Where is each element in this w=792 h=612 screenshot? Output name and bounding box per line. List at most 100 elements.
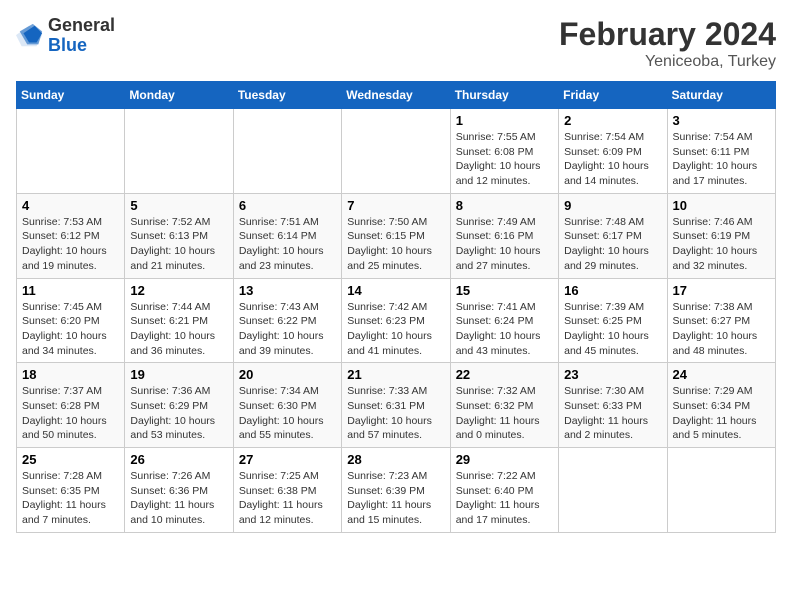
calendar-day-5: 5 Sunrise: 7:52 AM Sunset: 6:13 PM Daylig… [125,193,233,278]
calendar-day-11: 11 Sunrise: 7:45 AM Sunset: 6:20 PM Dayli… [17,278,125,363]
calendar-day-28: 28 Sunrise: 7:23 AM Sunset: 6:39 PM Dayli… [342,448,450,533]
calendar-day-18: 18Sunrise: 7:37 AM Sunset: 6:28 PM Dayli… [17,363,125,448]
day-info: Sunrise: 7:55 AM Sunset: 6:08 PM Dayligh… [456,130,553,189]
day-number: 6 [239,198,336,213]
day-info: Sunrise: 7:53 AM Sunset: 6:12 PM Dayligh… [22,215,119,274]
day-header-saturday: Saturday [667,82,775,109]
calendar-day-empty [667,448,775,533]
calendar-day-27: 27 Sunrise: 7:25 AM Sunset: 6:38 PM Dayli… [233,448,341,533]
day-info: Sunrise: 7:51 AM Sunset: 6:14 PM Dayligh… [239,215,336,274]
calendar-day-empty [233,109,341,194]
day-info: Sunrise: 7:48 AM Sunset: 6:17 PM Dayligh… [564,215,661,274]
calendar-day-19: 19Sunrise: 7:36 AM Sunset: 6:29 PM Dayli… [125,363,233,448]
day-number: 20 [239,367,336,382]
calendar-week-row: 4 Sunrise: 7:53 AM Sunset: 6:12 PM Daylig… [17,193,776,278]
calendar-body: 1 Sunrise: 7:55 AM Sunset: 6:08 PM Daylig… [17,109,776,533]
day-info: Sunrise: 7:28 AM Sunset: 6:35 PM Dayligh… [22,469,119,528]
header: General Blue February 2024 Yeniceoba, Tu… [16,16,776,71]
calendar-day-10: 10 Sunrise: 7:46 AM Sunset: 6:19 PM Dayli… [667,193,775,278]
day-number: 1 [456,113,553,128]
calendar-day-20: 20 Sunrise: 7:34 AM Sunset: 6:30 PM Dayli… [233,363,341,448]
calendar-day-1: 1 Sunrise: 7:55 AM Sunset: 6:08 PM Daylig… [450,109,558,194]
day-number: 7 [347,198,444,213]
day-info: Sunrise: 7:39 AM Sunset: 6:25 PM Dayligh… [564,300,661,359]
day-number: 9 [564,198,661,213]
day-header-monday: Monday [125,82,233,109]
day-number: 28 [347,452,444,467]
day-number: 18 [22,367,119,382]
day-info: Sunrise: 7:45 AM Sunset: 6:20 PM Dayligh… [22,300,119,359]
calendar-week-row: 1 Sunrise: 7:55 AM Sunset: 6:08 PM Daylig… [17,109,776,194]
logo-text: General Blue [48,16,115,56]
day-number: 5 [130,198,227,213]
calendar-day-26: 26 Sunrise: 7:26 AM Sunset: 6:36 PM Dayli… [125,448,233,533]
calendar-day-6: 6 Sunrise: 7:51 AM Sunset: 6:14 PM Daylig… [233,193,341,278]
calendar-day-14: 14 Sunrise: 7:42 AM Sunset: 6:23 PM Dayli… [342,278,450,363]
day-number: 21 [347,367,444,382]
calendar-day-12: 12Sunrise: 7:44 AM Sunset: 6:21 PM Dayli… [125,278,233,363]
calendar-table: SundayMondayTuesdayWednesdayThursdayFrid… [16,81,776,533]
calendar-day-8: 8Sunrise: 7:49 AM Sunset: 6:16 PM Daylig… [450,193,558,278]
calendar-day-empty [342,109,450,194]
calendar-day-23: 23 Sunrise: 7:30 AM Sunset: 6:33 PM Dayli… [559,363,667,448]
day-number: 14 [347,283,444,298]
day-number: 26 [130,452,227,467]
calendar-day-9: 9 Sunrise: 7:48 AM Sunset: 6:17 PM Daylig… [559,193,667,278]
day-number: 3 [673,113,770,128]
day-number: 22 [456,367,553,382]
calendar-week-row: 11 Sunrise: 7:45 AM Sunset: 6:20 PM Dayli… [17,278,776,363]
day-info: Sunrise: 7:26 AM Sunset: 6:36 PM Dayligh… [130,469,227,528]
day-info: Sunrise: 7:41 AM Sunset: 6:24 PM Dayligh… [456,300,553,359]
day-number: 10 [673,198,770,213]
day-info: Sunrise: 7:42 AM Sunset: 6:23 PM Dayligh… [347,300,444,359]
day-header-tuesday: Tuesday [233,82,341,109]
calendar-day-29: 29Sunrise: 7:22 AM Sunset: 6:40 PM Dayli… [450,448,558,533]
calendar-day-24: 24Sunrise: 7:29 AM Sunset: 6:34 PM Dayli… [667,363,775,448]
day-info: Sunrise: 7:29 AM Sunset: 6:34 PM Dayligh… [673,384,770,443]
day-header-thursday: Thursday [450,82,558,109]
day-info: Sunrise: 7:46 AM Sunset: 6:19 PM Dayligh… [673,215,770,274]
day-header-sunday: Sunday [17,82,125,109]
day-number: 23 [564,367,661,382]
day-number: 11 [22,283,119,298]
calendar-day-3: 3Sunrise: 7:54 AM Sunset: 6:11 PM Daylig… [667,109,775,194]
day-number: 13 [239,283,336,298]
day-info: Sunrise: 7:32 AM Sunset: 6:32 PM Dayligh… [456,384,553,443]
day-number: 17 [673,283,770,298]
title-section: February 2024 Yeniceoba, Turkey [559,16,776,71]
day-info: Sunrise: 7:54 AM Sunset: 6:09 PM Dayligh… [564,130,661,189]
day-number: 29 [456,452,553,467]
day-number: 12 [130,283,227,298]
day-number: 25 [22,452,119,467]
day-info: Sunrise: 7:52 AM Sunset: 6:13 PM Dayligh… [130,215,227,274]
day-number: 27 [239,452,336,467]
day-header-wednesday: Wednesday [342,82,450,109]
day-number: 15 [456,283,553,298]
day-info: Sunrise: 7:30 AM Sunset: 6:33 PM Dayligh… [564,384,661,443]
calendar-day-13: 13 Sunrise: 7:43 AM Sunset: 6:22 PM Dayli… [233,278,341,363]
day-number: 4 [22,198,119,213]
calendar-week-row: 25 Sunrise: 7:28 AM Sunset: 6:35 PM Dayli… [17,448,776,533]
day-info: Sunrise: 7:25 AM Sunset: 6:38 PM Dayligh… [239,469,336,528]
logo-icon [16,22,44,50]
calendar-day-21: 21 Sunrise: 7:33 AM Sunset: 6:31 PM Dayli… [342,363,450,448]
calendar-week-row: 18Sunrise: 7:37 AM Sunset: 6:28 PM Dayli… [17,363,776,448]
day-info: Sunrise: 7:23 AM Sunset: 6:39 PM Dayligh… [347,469,444,528]
logo: General Blue [16,16,115,56]
day-info: Sunrise: 7:50 AM Sunset: 6:15 PM Dayligh… [347,215,444,274]
calendar-header-row: SundayMondayTuesdayWednesdayThursdayFrid… [17,82,776,109]
month-title: February 2024 [559,16,776,53]
calendar-day-empty [125,109,233,194]
calendar-day-2: 2Sunrise: 7:54 AM Sunset: 6:09 PM Daylig… [559,109,667,194]
calendar-day-25: 25 Sunrise: 7:28 AM Sunset: 6:35 PM Dayli… [17,448,125,533]
day-info: Sunrise: 7:38 AM Sunset: 6:27 PM Dayligh… [673,300,770,359]
calendar-day-16: 16Sunrise: 7:39 AM Sunset: 6:25 PM Dayli… [559,278,667,363]
day-info: Sunrise: 7:34 AM Sunset: 6:30 PM Dayligh… [239,384,336,443]
day-info: Sunrise: 7:43 AM Sunset: 6:22 PM Dayligh… [239,300,336,359]
day-header-friday: Friday [559,82,667,109]
calendar-day-15: 15 Sunrise: 7:41 AM Sunset: 6:24 PM Dayli… [450,278,558,363]
calendar-day-7: 7 Sunrise: 7:50 AM Sunset: 6:15 PM Daylig… [342,193,450,278]
day-info: Sunrise: 7:33 AM Sunset: 6:31 PM Dayligh… [347,384,444,443]
calendar-day-empty [559,448,667,533]
calendar-day-4: 4 Sunrise: 7:53 AM Sunset: 6:12 PM Daylig… [17,193,125,278]
